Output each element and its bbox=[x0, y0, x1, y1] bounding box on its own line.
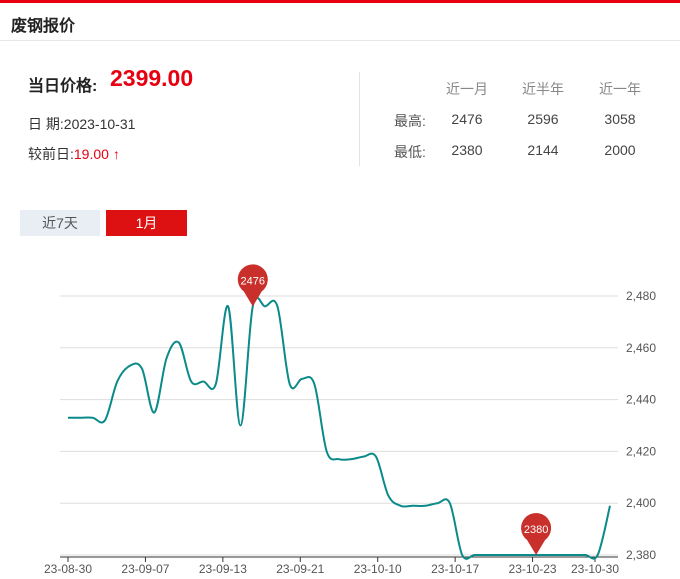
price-value: 2399.00 bbox=[110, 65, 194, 91]
date-value: 2023-10-31 bbox=[63, 116, 136, 132]
x-tick-label: 23-10-10 bbox=[354, 562, 402, 576]
stat-row-high-label: 最高: bbox=[394, 113, 426, 129]
stat-col-year: 近一年 bbox=[599, 81, 641, 97]
stat-high-year: 3058 bbox=[604, 111, 636, 127]
stat-col-month: 近一月 bbox=[446, 81, 488, 97]
min-marker-label: 2380 bbox=[524, 524, 548, 536]
price-label: 当日价格: bbox=[28, 78, 98, 95]
price-line-chart: 2,480 2,460 2,440 2,420 2,400 2,380 23-08-30 23… bbox=[44, 264, 656, 576]
stat-high-halfyear: 2596 bbox=[527, 111, 559, 127]
y-tick-label: 2,400 bbox=[626, 496, 656, 510]
y-tick-label: 2,460 bbox=[626, 341, 656, 355]
stat-col-halfyear: 近半年 bbox=[522, 81, 564, 97]
summary-divider bbox=[359, 72, 360, 166]
panel-title: 废钢报价 bbox=[11, 18, 76, 35]
change-row: 较前日:19.00 ↑ bbox=[28, 144, 120, 164]
date-label: 日 期: bbox=[28, 116, 64, 132]
tab-7-days[interactable]: 近7天 bbox=[20, 210, 100, 236]
panel-header: 废钢报价 bbox=[0, 3, 680, 41]
x-tick-label: 23-09-07 bbox=[121, 562, 169, 576]
date-row: 日 期:2023-10-31 bbox=[28, 114, 135, 134]
x-tick-label: 23-10-23 bbox=[509, 562, 557, 576]
stat-low-year: 2000 bbox=[604, 142, 636, 158]
stat-low-halfyear: 2144 bbox=[527, 142, 559, 158]
x-tick-label: 23-09-13 bbox=[199, 562, 247, 576]
x-tick-label: 23-10-30 bbox=[571, 562, 619, 576]
arrow-up-icon: ↑ bbox=[112, 146, 120, 162]
stat-high-month: 2476 bbox=[451, 111, 483, 127]
y-tick-label: 2,480 bbox=[626, 289, 656, 303]
stat-row-low-label: 最低: bbox=[394, 144, 426, 160]
tab-1-month[interactable]: 1月 bbox=[106, 210, 187, 236]
change-label: 较前日: bbox=[28, 146, 74, 162]
x-tick-label: 23-10-17 bbox=[431, 562, 479, 576]
stat-low-month: 2380 bbox=[451, 142, 483, 158]
change-value: 19.00 bbox=[73, 146, 109, 162]
y-tick-label: 2,380 bbox=[626, 548, 656, 562]
x-tick-label: 23-08-30 bbox=[44, 562, 92, 576]
y-tick-label: 2,420 bbox=[626, 444, 656, 458]
max-marker-label: 2476 bbox=[241, 275, 265, 287]
y-tick-label: 2,440 bbox=[626, 393, 656, 407]
x-tick-label: 23-09-21 bbox=[276, 562, 324, 576]
